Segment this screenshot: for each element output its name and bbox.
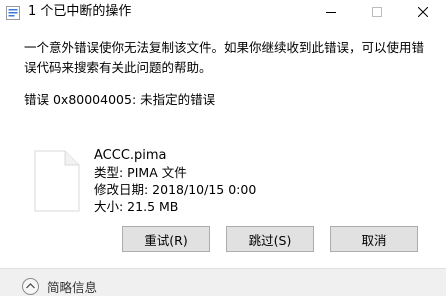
cancel-button[interactable]: 取消 bbox=[330, 226, 418, 252]
file-size: 大小: 21.5 MB bbox=[94, 199, 179, 214]
skip-button[interactable]: 跳过(S) bbox=[226, 226, 314, 252]
minimize-button[interactable] bbox=[308, 0, 354, 24]
close-button[interactable] bbox=[400, 0, 446, 24]
error-code: 错误 0x80004005: 未指定的错误 bbox=[24, 92, 216, 107]
minimize-icon bbox=[326, 12, 336, 13]
less-details-toggle[interactable]: 简略信息 bbox=[22, 276, 97, 296]
maximize-button[interactable] bbox=[354, 0, 400, 24]
window-title: 1 个已中断的操作 bbox=[28, 4, 132, 19]
less-details-label: 简略信息 bbox=[47, 279, 98, 295]
file-name: ACCC.pima bbox=[94, 148, 167, 163]
chevron-up-icon bbox=[22, 277, 39, 295]
file-modified-date: 修改日期: 2018/10/15 0:00 bbox=[94, 182, 257, 197]
retry-button[interactable]: 重试(R) bbox=[122, 226, 210, 252]
file-type: 类型: PIMA 文件 bbox=[94, 165, 187, 180]
close-icon bbox=[418, 7, 428, 17]
maximize-icon bbox=[372, 7, 382, 17]
error-message: 一个意外错误使你无法复制该文件。如果你继续收到此错误，可以使用错 误代码来搜索有… bbox=[24, 40, 425, 75]
copy-error-app-icon bbox=[6, 5, 20, 20]
title-bar: 1 个已中断的操作 bbox=[0, 0, 446, 24]
dialog-footer: 简略信息 bbox=[0, 268, 446, 296]
blank-file-icon bbox=[34, 150, 80, 212]
